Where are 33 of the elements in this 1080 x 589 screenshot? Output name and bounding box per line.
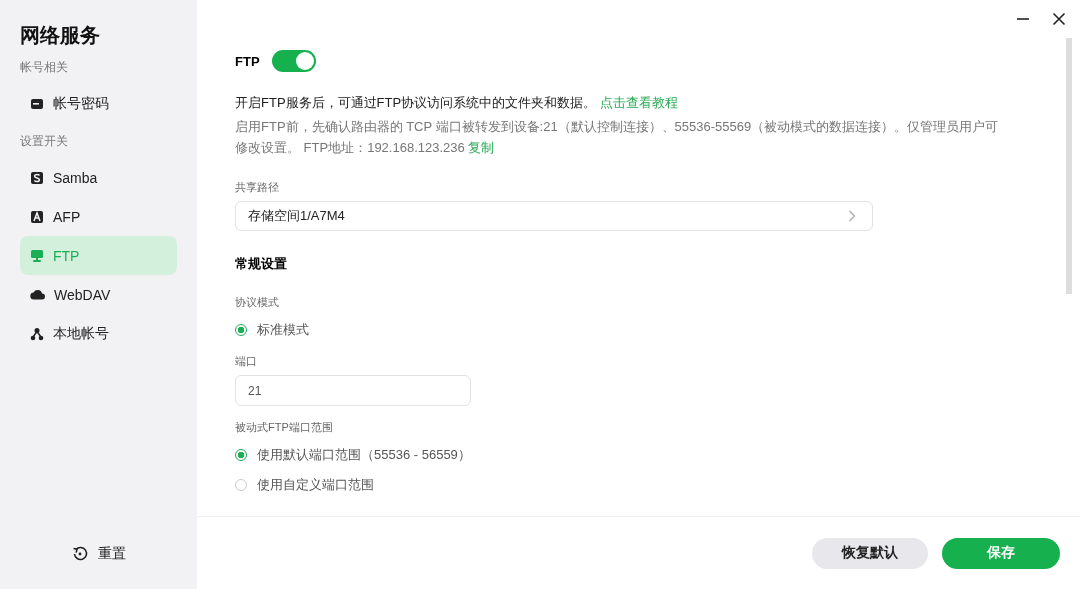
field-label: 被动式FTP端口范围	[235, 420, 334, 435]
samba-icon	[30, 170, 44, 185]
radio-option[interactable]: 使用默认端口范围（55536 - 56559）	[235, 445, 1045, 465]
monitor-icon	[30, 248, 44, 263]
reset-icon	[71, 546, 88, 562]
section-heading: 帐号相关	[20, 59, 69, 76]
sidebar-item[interactable]: WebDAV	[20, 275, 177, 314]
cloud-icon	[30, 289, 45, 300]
sidebar-item[interactable]: 帐号密码	[20, 84, 177, 123]
toggle-switch[interactable]	[271, 50, 316, 72]
network-icon	[30, 326, 44, 341]
sidebar-item[interactable]: AFP	[20, 197, 177, 236]
section-title: 常规设置	[235, 255, 288, 273]
sidebar-item[interactable]: 本地帐号	[20, 314, 177, 353]
afp-icon	[30, 209, 44, 224]
service-label: FTP	[235, 53, 260, 69]
radio-option[interactable]: 使用自定义端口范围	[235, 475, 1045, 495]
reset-button[interactable]: 重置	[63, 541, 134, 567]
sidebar-title: 网络服务	[20, 23, 101, 48]
section-heading: 设置开关	[20, 133, 69, 150]
card-icon	[30, 96, 44, 111]
field-label: 协议模式	[235, 295, 280, 310]
sidebar-item[interactable]: Samba	[20, 158, 177, 197]
chevron-icon	[848, 210, 856, 222]
path-selector[interactable]: 存储空间1/A7M4	[235, 201, 873, 231]
field-label: 共享路径	[235, 180, 280, 195]
radio-option[interactable]: 标准模式	[235, 320, 1045, 340]
note-text: 启用FTP前，先确认路由器的 TCP 端口被转发到设备:21（默认控制连接）、55536-55569（被动模式的数据连接）。仅管理员用户可修改设置。 FTP地址：192.168.123.236 复制	[235, 118, 1000, 157]
field-label: 端口	[235, 354, 258, 369]
port-field[interactable]: 21	[235, 375, 471, 406]
close-icon[interactable]	[1052, 12, 1066, 26]
intro-text: 开启FTP服务后，可通过FTP协议访问系统中的文件夹和数据。 点击查看教程	[235, 94, 679, 112]
restore-defaults-button[interactable]: 恢复默认	[812, 537, 928, 569]
